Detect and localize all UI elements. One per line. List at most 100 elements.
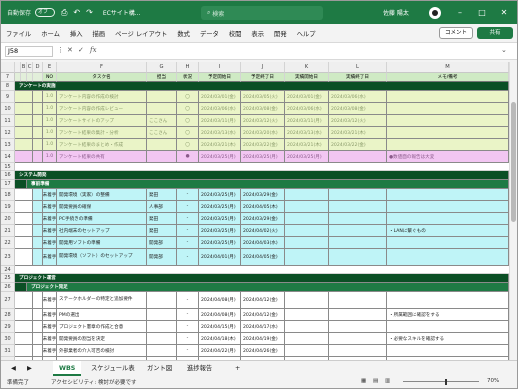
- cell-who[interactable]: [147, 292, 177, 309]
- cell-as[interactable]: 2024/03/25(月): [285, 151, 329, 163]
- search-box[interactable]: ⌕ 検索: [201, 6, 323, 20]
- cell-as[interactable]: 2024/03/21(木): [285, 139, 329, 151]
- cell-pe[interactable]: 2024/03/25(月): [241, 151, 285, 163]
- cell-no[interactable]: 未着手: [43, 237, 57, 249]
- cell-as[interactable]: [285, 292, 329, 309]
- cell-ae[interactable]: [329, 333, 387, 345]
- cell-st[interactable]: 〇: [177, 127, 199, 139]
- cell-ae[interactable]: [329, 249, 387, 266]
- cell-ps[interactable]: 2024/03/21(木): [199, 139, 241, 151]
- cell-memo[interactable]: [387, 213, 509, 225]
- cell-pe[interactable]: 2024/04/19(金): [241, 333, 285, 345]
- cell-ae[interactable]: [329, 345, 387, 357]
- cell-who[interactable]: 人事部: [147, 201, 177, 213]
- menu-tab[interactable]: 数式: [172, 29, 195, 38]
- column-header[interactable]: I: [199, 62, 241, 73]
- cell-st[interactable]: -: [177, 292, 199, 309]
- cell-memo[interactable]: [387, 115, 509, 127]
- row-header[interactable]: 17: [1, 180, 15, 189]
- cell-ps[interactable]: 2024/04/22(月): [199, 345, 241, 357]
- scroll-thumb[interactable]: [511, 102, 516, 222]
- cell-as[interactable]: 2024/03/11(月): [285, 115, 329, 127]
- zoom-level[interactable]: 70%: [487, 378, 499, 384]
- cell-memo[interactable]: [387, 292, 509, 309]
- avatar[interactable]: [429, 7, 441, 19]
- row-header[interactable]: 26: [1, 283, 15, 292]
- row-header[interactable]: 20: [1, 213, 15, 225]
- cell-memo[interactable]: [387, 189, 509, 201]
- view-break-icon[interactable]: ▥: [385, 378, 390, 384]
- accessibility-status[interactable]: アクセシビリティ: 検討が必要です: [51, 378, 137, 386]
- menu-tab[interactable]: ヘルプ: [292, 29, 321, 38]
- cell-who[interactable]: [147, 139, 177, 151]
- cell-task[interactable]: アンケートサイトのアップ: [57, 115, 147, 127]
- cell-ps[interactable]: 2024/04/08(月): [199, 292, 241, 309]
- cell-ps[interactable]: 2024/04/01(月): [199, 249, 241, 266]
- menu-tab[interactable]: 描画: [87, 29, 110, 38]
- save-icon[interactable]: ⎙: [61, 8, 67, 18]
- cell-st[interactable]: -: [177, 321, 199, 333]
- cell-who[interactable]: 発田: [147, 213, 177, 225]
- cell-ae[interactable]: 2024/03/21(木): [329, 127, 387, 139]
- cell-no[interactable]: 1.0: [43, 115, 57, 127]
- name-box[interactable]: J58: [5, 46, 53, 57]
- cell-who[interactable]: [147, 91, 177, 103]
- cell-pe[interactable]: 2024/03/08(金): [241, 103, 285, 115]
- cell-memo[interactable]: [387, 345, 509, 357]
- expand-formula-icon[interactable]: ⌄: [501, 46, 507, 54]
- row-header[interactable]: 28: [1, 309, 15, 321]
- cell-ae[interactable]: [329, 201, 387, 213]
- cell-ae[interactable]: 2024/03/12(火): [329, 115, 387, 127]
- row-header[interactable]: 15: [1, 163, 15, 171]
- cell-pe[interactable]: 2024/03/29(金): [241, 213, 285, 225]
- cell-ae[interactable]: [329, 213, 387, 225]
- cell-st[interactable]: 〇: [177, 115, 199, 127]
- menu-tab[interactable]: データ: [195, 29, 224, 38]
- undo-icon[interactable]: ↶: [73, 8, 80, 17]
- cell-no[interactable]: 未着手: [43, 321, 57, 333]
- select-all-corner[interactable]: [1, 62, 15, 73]
- cell-as[interactable]: [285, 249, 329, 266]
- cell-no[interactable]: 1.0: [43, 103, 57, 115]
- minimize-icon[interactable]: –: [449, 1, 471, 24]
- cell-ps[interactable]: 2024/04/15(月): [199, 321, 241, 333]
- cell-ps[interactable]: 2024/03/06(水): [199, 103, 241, 115]
- cell-memo[interactable]: [387, 91, 509, 103]
- cell-ps[interactable]: 2024/03/25(月): [199, 201, 241, 213]
- row-header[interactable]: 25: [1, 274, 15, 283]
- cell-who[interactable]: ここさん: [147, 127, 177, 139]
- cell-memo[interactable]: ・LANに繋ぐもの: [387, 225, 509, 237]
- comment-button[interactable]: コメント: [439, 27, 473, 39]
- cell-pe[interactable]: 2024/04/12(金): [241, 292, 285, 309]
- cell-st[interactable]: 〇: [177, 139, 199, 151]
- more-icon[interactable]: ⋮: [57, 46, 64, 54]
- cell-as[interactable]: [285, 201, 329, 213]
- row-header[interactable]: 14: [1, 151, 15, 163]
- cell-memo[interactable]: ●数値面の報告は大変: [387, 151, 509, 163]
- cell-ae[interactable]: [329, 225, 387, 237]
- cell-pe[interactable]: 2024/04/17(水): [241, 321, 285, 333]
- cell-as[interactable]: [285, 321, 329, 333]
- cell-task[interactable]: プロジェクト憲章の作成と合意: [57, 321, 147, 333]
- cell-ps[interactable]: 2024/03/25(月): [199, 151, 241, 163]
- cell-no[interactable]: 未着手: [43, 249, 57, 266]
- row-header[interactable]: 8: [1, 82, 15, 91]
- cell-st[interactable]: -: [177, 249, 199, 266]
- cell-no[interactable]: 未着手: [43, 333, 57, 345]
- cell-st[interactable]: 〇: [177, 103, 199, 115]
- cell-who[interactable]: [147, 103, 177, 115]
- cell-ae[interactable]: [329, 237, 387, 249]
- view-layout-icon[interactable]: ▤: [373, 378, 378, 384]
- cell-task[interactable]: アンケート結果の集計・分析: [57, 127, 147, 139]
- cell-task[interactable]: 社内端末のセットアップ: [57, 225, 147, 237]
- row-header[interactable]: 11: [1, 115, 15, 127]
- cell-pe[interactable]: 2024/04/02(火): [241, 225, 285, 237]
- fx-label[interactable]: fx: [90, 46, 97, 54]
- cell-as[interactable]: 2024/03/13(水): [285, 127, 329, 139]
- column-header[interactable]: E: [43, 62, 57, 73]
- sheet-tab[interactable]: 進捗報告: [181, 361, 218, 376]
- redo-icon[interactable]: ↷: [86, 8, 93, 17]
- row-header[interactable]: 9: [1, 91, 15, 103]
- cell-pe[interactable]: 2024/03/22(金): [241, 139, 285, 151]
- cell-task[interactable]: アンケート結果のまとめ・作成: [57, 139, 147, 151]
